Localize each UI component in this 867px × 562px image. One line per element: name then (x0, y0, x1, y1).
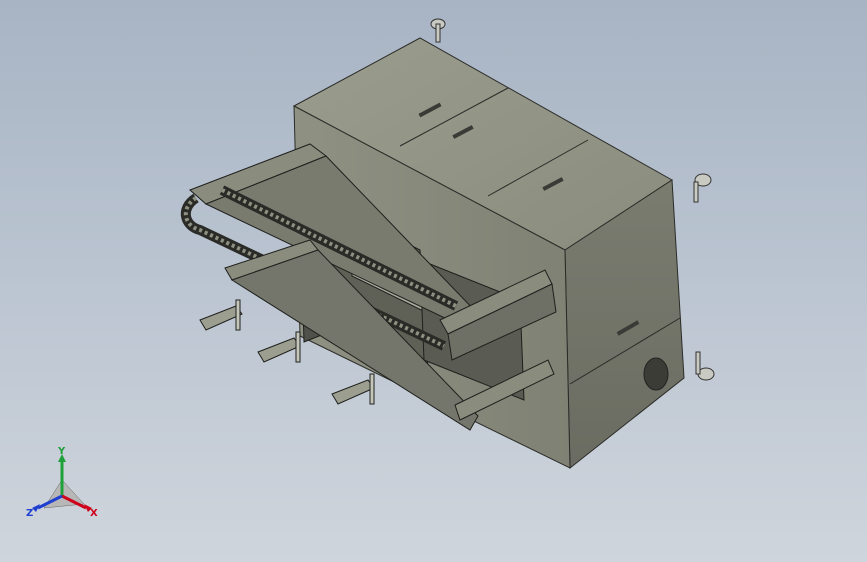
3d-model-assembly[interactable] (0, 0, 867, 562)
orientation-triad[interactable]: Y X Z (22, 446, 108, 528)
graphics-viewport[interactable]: Y X Z (0, 0, 867, 562)
x-axis-label: X (90, 508, 98, 519)
y-axis-label: Y (57, 446, 66, 457)
z-axis-label: Z (26, 508, 33, 519)
